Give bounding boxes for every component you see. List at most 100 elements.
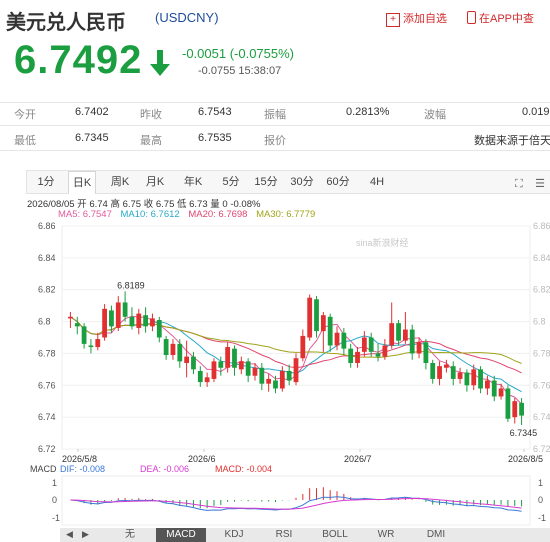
candle-body	[314, 299, 319, 332]
right-y-tick-label: 6.74	[533, 412, 550, 422]
x-tick-label: 2026/8/5	[508, 454, 543, 464]
x-tick-label: 2026/7	[344, 454, 372, 464]
candle-body	[327, 316, 333, 346]
candle-body	[273, 380, 278, 389]
candle-body	[471, 369, 477, 386]
candle-body	[143, 315, 149, 327]
candle-body	[348, 348, 354, 363]
x-tick-label: 2026/5/8	[62, 454, 97, 464]
candle-body	[218, 361, 224, 368]
low-annotation: 6.7345	[510, 428, 538, 438]
candle-body	[519, 402, 524, 416]
candle-body	[334, 332, 340, 346]
tab-indicator-wr[interactable]: WR	[364, 528, 408, 542]
candle-body	[95, 339, 101, 348]
tab-indicator-macd[interactable]: MACD	[156, 528, 206, 542]
macd-y-tick: 1	[52, 478, 57, 488]
y-tick-label: 6.72	[38, 444, 56, 454]
candle-body	[396, 323, 401, 341]
candle-body	[389, 323, 395, 346]
candle-body	[485, 380, 490, 389]
right-y-tick-label: 6.84	[533, 253, 550, 263]
macd-right-y-tick: 0	[538, 495, 543, 505]
tab-indicator-boll[interactable]: BOLL	[312, 528, 358, 542]
candle-body	[341, 332, 347, 349]
candle-body	[150, 318, 155, 327]
macd-title: MACD	[30, 464, 57, 474]
indicator-tabs: 无 MACD KDJ RSI BOLL WR DMI	[60, 528, 550, 542]
macd-y-tick: 0	[52, 495, 57, 505]
right-y-tick-label: 6.76	[533, 380, 550, 390]
right-y-tick-label: 6.78	[533, 348, 550, 358]
candle-body	[464, 372, 470, 386]
candle-body	[81, 326, 87, 344]
macd-y-tick: -1	[52, 513, 60, 523]
candle-body	[300, 335, 306, 359]
candle-body	[355, 351, 360, 363]
scroll-right-button[interactable]: ▶	[82, 529, 89, 540]
candle-body	[177, 343, 183, 362]
candle-body	[245, 361, 251, 376]
candle-body	[430, 362, 436, 379]
candle-body	[402, 329, 408, 341]
candle-body	[375, 353, 381, 357]
macd-right-y-tick: -1	[538, 513, 546, 523]
candle-body	[238, 361, 244, 370]
candle-body	[512, 401, 518, 418]
tab-indicator-rsi[interactable]: RSI	[262, 528, 306, 542]
candle-body	[68, 316, 73, 319]
candle-body	[74, 323, 80, 327]
candle-body	[191, 356, 196, 370]
y-tick-label: 6.84	[38, 253, 56, 263]
right-y-tick-label: 6.8	[533, 317, 546, 327]
candle-body	[225, 347, 231, 368]
candle-body	[170, 343, 176, 356]
tab-indicator-none[interactable]: 无	[110, 528, 150, 542]
candle-body	[437, 366, 442, 379]
kline-chart[interactable]: 6.86 6.86 6.84 6.84 6.82 6.82 6.8 6.8 6.78 6.78 6.…	[0, 0, 550, 542]
candle-body	[204, 377, 210, 383]
dea-label: DEA: -0.006	[140, 464, 189, 474]
y-tick-label: 6.76	[38, 380, 56, 390]
macd-value-label: MACD: -0.004	[215, 464, 272, 474]
candle-body	[156, 319, 162, 338]
scroll-left-button[interactable]: ◀	[66, 529, 73, 540]
candle-body	[457, 372, 463, 379]
y-tick-label: 6.78	[38, 348, 56, 358]
candle-body	[252, 367, 258, 376]
candle-body	[266, 378, 272, 384]
price-plot-area	[61, 225, 531, 450]
candle-body	[129, 316, 135, 327]
candle-body	[259, 367, 265, 384]
tab-indicator-kdj[interactable]: KDJ	[212, 528, 256, 542]
candle-body	[450, 366, 456, 379]
y-tick-label: 6.8	[38, 317, 51, 327]
candle-body	[423, 342, 429, 363]
candle-body	[279, 370, 285, 389]
y-tick-label: 6.74	[38, 412, 56, 422]
y-tick-label: 6.82	[38, 285, 56, 295]
candle-body	[197, 370, 203, 383]
candle-body	[505, 388, 511, 419]
candle-body	[184, 356, 190, 363]
candle-body	[478, 369, 483, 389]
candle-body	[409, 329, 415, 354]
tab-indicator-dmi[interactable]: DMI	[414, 528, 458, 542]
y-tick-label: 6.86	[38, 221, 56, 231]
candle-body	[122, 302, 128, 317]
candle-body	[498, 388, 504, 397]
candle-body	[416, 342, 422, 354]
candle-body	[286, 370, 292, 381]
candle-body	[491, 380, 497, 397]
candle-body	[102, 308, 107, 338]
x-tick-label: 2026/6	[188, 454, 216, 464]
right-y-tick-label: 6.86	[533, 221, 550, 231]
candle-body	[368, 337, 374, 352]
candle-body	[320, 315, 326, 332]
candle-body	[115, 302, 121, 328]
watermark: sina新浪财经	[356, 237, 409, 248]
candle-body	[293, 358, 299, 383]
candle-body	[307, 297, 313, 338]
candle-body	[443, 364, 449, 368]
candle-body	[211, 361, 217, 379]
